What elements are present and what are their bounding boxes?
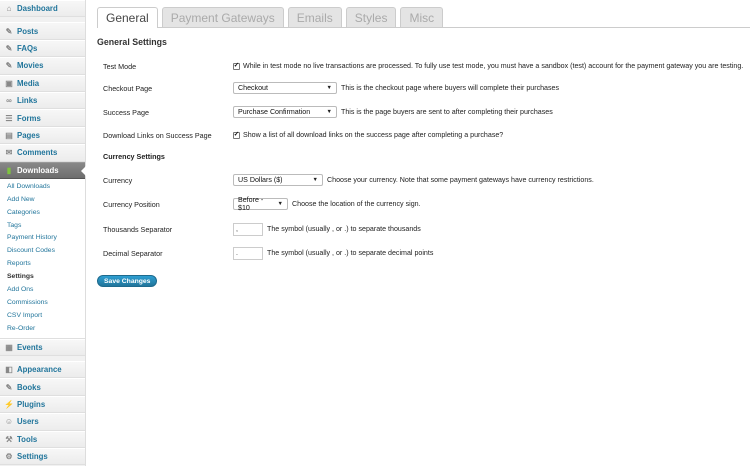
thousands-separator-label: Thousands Separator xyxy=(103,224,173,234)
download-links-desc: Show a list of all download links on the… xyxy=(243,131,504,139)
submenu-payment-history[interactable]: Payment History xyxy=(0,232,85,245)
menu-media[interactable]: ▣ Media xyxy=(0,74,85,92)
admin-sidebar: ⌂ Dashboard ✎ Posts ✎ FAQs ✎ Movies ▣ Media ∞… xyxy=(0,0,86,466)
currency-select[interactable]: US Dollars ($) ▼ xyxy=(233,174,323,186)
pin-icon: ✎ xyxy=(5,43,13,53)
currency-label: Currency xyxy=(103,175,133,185)
decimal-separator-label: Decimal Separator xyxy=(103,248,163,258)
download-links-checkbox[interactable]: ✓ xyxy=(233,131,240,139)
appearance-icon: ◧ xyxy=(5,365,13,375)
test-mode-label: Test Mode xyxy=(103,61,137,71)
currency-position-desc: Choose the location of the currency sign… xyxy=(292,200,421,208)
chevron-down-icon: ▼ xyxy=(277,201,283,207)
submenu-settings[interactable]: Settings xyxy=(0,271,85,284)
settings-main: General Payment Gateways Emails Styles M… xyxy=(97,0,750,466)
submenu-all-downloads[interactable]: All Downloads xyxy=(0,181,85,194)
tab-emails[interactable]: Emails xyxy=(287,7,342,27)
currency-position-row: Currency Position Before - $10 ▼ Choose t… xyxy=(103,196,750,212)
submenu-csv-import[interactable]: CSV Import xyxy=(0,310,85,323)
chevron-down-icon: ▼ xyxy=(312,177,318,183)
thousands-separator-row: Thousands Separator The symbol (usually … xyxy=(103,222,750,236)
success-page-desc: This is the page buyers are sent to afte… xyxy=(341,108,553,116)
decimal-separator-row: Decimal Separator The symbol (usually , … xyxy=(103,246,750,260)
tab-misc[interactable]: Misc xyxy=(400,7,444,27)
decimal-separator-desc: The symbol (usually , or .) to separate … xyxy=(267,249,434,257)
tab-general[interactable]: General xyxy=(97,7,158,28)
events-icon: ▦ xyxy=(5,342,13,352)
checkout-page-label: Checkout Page xyxy=(103,83,153,93)
pin-icon: ✎ xyxy=(5,61,13,71)
submenu-add-ons[interactable]: Add Ons xyxy=(0,284,85,297)
menu-dashboard[interactable]: ⌂ Dashboard xyxy=(0,0,85,18)
download-links-label: Download Links on Success Page xyxy=(103,130,212,140)
media-icon: ▣ xyxy=(5,78,13,88)
pin-icon: ✎ xyxy=(5,26,13,36)
currency-position-select[interactable]: Before - $10 ▼ xyxy=(233,196,288,212)
submenu-commissions[interactable]: Commissions xyxy=(0,297,85,310)
thousands-separator-input[interactable] xyxy=(233,222,263,236)
save-changes-button[interactable]: Save Changes xyxy=(97,275,158,287)
menu-comments[interactable]: ✉ Comments xyxy=(0,144,85,162)
menu-tools[interactable]: ⚒ Tools xyxy=(0,430,85,448)
forms-icon: ☰ xyxy=(5,113,13,123)
dashboard-icon: ⌂ xyxy=(6,4,12,14)
submenu-add-new[interactable]: Add New xyxy=(0,194,85,207)
settings-icon: ⚙ xyxy=(5,452,13,462)
tab-payment-gateways[interactable]: Payment Gateways xyxy=(161,7,284,27)
chevron-down-icon: ▼ xyxy=(326,85,332,91)
currency-settings-heading: Currency Settings xyxy=(103,152,165,161)
currency-desc: Choose your currency. Note that some pay… xyxy=(327,176,594,184)
downloads-icon: ▮ xyxy=(6,165,12,175)
section-title: General Settings xyxy=(97,37,167,47)
pages-icon: ▤ xyxy=(5,130,13,140)
menu-forms[interactable]: ☰ Forms xyxy=(0,109,85,127)
checkout-page-row: Checkout Page Checkout ▼ This is the chec… xyxy=(103,81,750,95)
success-page-label: Success Page xyxy=(103,107,149,117)
currency-row: Currency US Dollars ($) ▼ Choose your cur… xyxy=(103,173,750,187)
currency-position-label: Currency Position xyxy=(103,199,160,209)
menu-downloads[interactable]: ▮ Downloads xyxy=(0,161,86,179)
menu-faqs[interactable]: ✎ FAQs xyxy=(0,39,85,58)
download-links-row: Download Links on Success Page ✓ Show a l… xyxy=(103,128,750,142)
success-page-select[interactable]: Purchase Confirmation ▼ xyxy=(233,106,337,118)
test-mode-checkbox[interactable]: ✓ xyxy=(233,62,240,70)
comments-icon: ✉ xyxy=(5,148,13,158)
menu-posts[interactable]: ✎ Posts xyxy=(0,22,85,40)
downloads-submenu: All Downloads Add New Categories Tags Pa… xyxy=(0,178,85,339)
plugins-icon: ⚡ xyxy=(4,399,14,409)
checkout-page-desc: This is the checkout page where buyers w… xyxy=(341,84,560,92)
success-page-row: Success Page Purchase Confirmation ▼ This… xyxy=(103,105,750,119)
link-icon: ∞ xyxy=(6,96,12,106)
menu-links[interactable]: ∞ Links xyxy=(0,91,85,110)
thousands-separator-desc: The symbol (usually , or .) to separate … xyxy=(267,225,421,233)
test-mode-row: Test Mode ✓ While in test mode no live tr… xyxy=(103,59,750,73)
chevron-down-icon: ▼ xyxy=(326,109,332,115)
menu-appearance[interactable]: ◧ Appearance xyxy=(0,360,85,379)
settings-tabs: General Payment Gateways Emails Styles M… xyxy=(97,7,750,28)
submenu-categories[interactable]: Categories xyxy=(0,207,85,220)
pin-icon: ✎ xyxy=(5,382,13,392)
menu-settings[interactable]: ⚙ Settings xyxy=(0,447,85,466)
users-icon: ☺ xyxy=(4,417,14,427)
menu-events[interactable]: ▦ Events xyxy=(0,338,85,356)
test-mode-desc: While in test mode no live transactions … xyxy=(243,62,744,70)
tab-styles[interactable]: Styles xyxy=(345,7,397,27)
menu-users[interactable]: ☺ Users xyxy=(0,413,85,431)
submenu-discount-codes[interactable]: Discount Codes xyxy=(0,245,85,258)
tools-icon: ⚒ xyxy=(5,434,13,444)
menu-books[interactable]: ✎ Books xyxy=(0,378,85,396)
menu-movies[interactable]: ✎ Movies xyxy=(0,57,85,75)
checkout-page-select[interactable]: Checkout ▼ xyxy=(233,82,337,94)
decimal-separator-input[interactable] xyxy=(233,246,263,260)
submenu-re-order[interactable]: Re-Order xyxy=(0,323,85,336)
menu-plugins[interactable]: ⚡ Plugins xyxy=(0,395,85,414)
submenu-reports[interactable]: Reports xyxy=(0,258,85,271)
submenu-tags[interactable]: Tags xyxy=(0,220,85,233)
menu-pages[interactable]: ▤ Pages xyxy=(0,126,85,145)
